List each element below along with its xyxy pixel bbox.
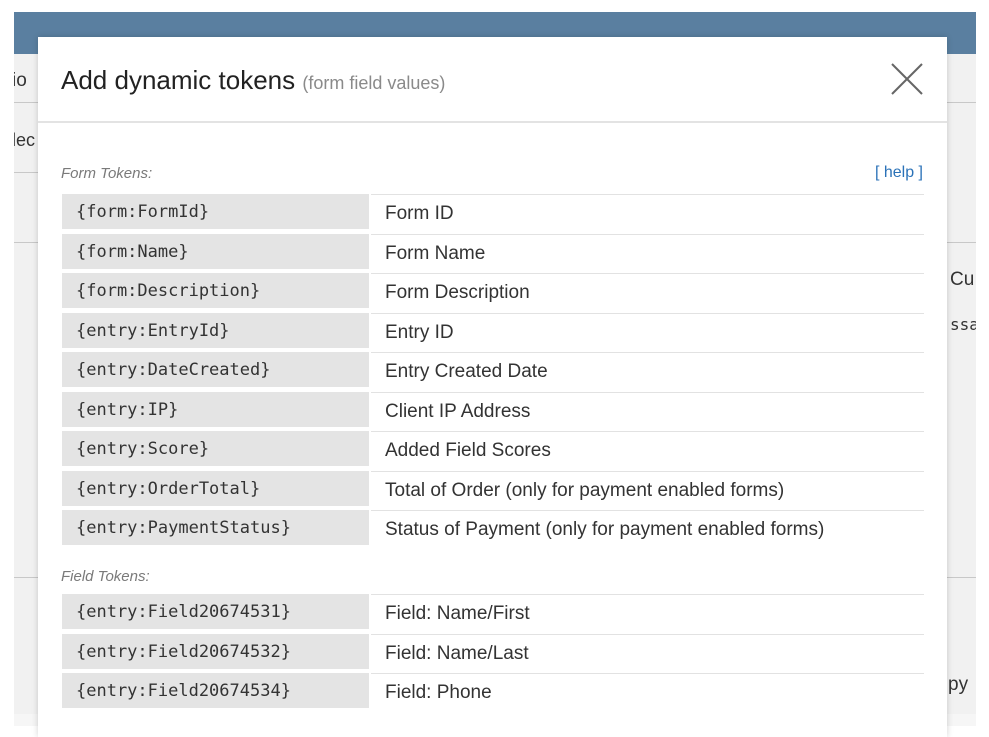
- token-row[interactable]: {form:FormId} Form ID: [62, 194, 924, 234]
- token-code: {entry:DateCreated}: [62, 352, 369, 389]
- token-description: Status of Payment (only for payment enab…: [371, 510, 924, 550]
- token-row[interactable]: {form:Name} Form Name: [62, 233, 924, 274]
- token-code: {entry:IP}: [62, 391, 369, 429]
- token-description: Client IP Address: [371, 391, 924, 432]
- close-button[interactable]: [889, 61, 925, 97]
- token-description: Field: Name/Last: [371, 633, 924, 674]
- token-row[interactable]: {entry:Score} Added Field Scores: [62, 431, 924, 471]
- close-icon: [891, 63, 923, 95]
- token-row[interactable]: {entry:DateCreated} Entry Created Date: [62, 352, 924, 392]
- token-description: Total of Order (only for payment enabled…: [371, 470, 924, 511]
- background-divider: [942, 102, 976, 103]
- token-description: Added Field Scores: [371, 431, 924, 471]
- token-description: Form Name: [371, 233, 924, 274]
- token-description: Form Description: [371, 273, 924, 313]
- token-row[interactable]: {entry:Field20674532} Field: Name/Last: [62, 633, 924, 674]
- token-code: {entry:Field20674531}: [62, 594, 369, 631]
- token-code: {entry:PaymentStatus}: [62, 510, 369, 547]
- form-tokens-label: Form Tokens:: [61, 165, 153, 182]
- token-code: {entry:EntryId}: [62, 312, 369, 350]
- token-code: {entry:Field20674534}: [62, 673, 369, 710]
- token-row[interactable]: {entry:Field20674534} Field: Phone: [62, 673, 924, 713]
- token-code: {form:Name}: [62, 233, 369, 271]
- field-tokens-label: Field Tokens:: [61, 568, 150, 585]
- background-divider: [942, 242, 976, 243]
- background-right-text: Cu: [950, 269, 975, 290]
- token-description: Field: Phone: [371, 673, 924, 713]
- token-row[interactable]: {entry:OrderTotal} Total of Order (only …: [62, 470, 924, 511]
- token-row[interactable]: {form:Description} Form Description: [62, 273, 924, 313]
- token-code: {form:Description}: [62, 273, 369, 310]
- token-code: {entry:OrderTotal}: [62, 470, 369, 508]
- background-left-text: lec: [14, 130, 36, 150]
- dialog-header: Add dynamic tokens (form field values): [38, 37, 947, 123]
- background-divider: [942, 577, 976, 578]
- dynamic-tokens-dialog: Add dynamic tokens (form field values) F…: [38, 37, 947, 737]
- help-link[interactable]: [ help ]: [875, 164, 923, 182]
- token-row[interactable]: {entry:Field20674531} Field: Name/First: [62, 594, 924, 634]
- token-code: {entry:Field20674532}: [62, 633, 369, 671]
- token-description: Field: Name/First: [371, 594, 924, 634]
- token-description: Form ID: [371, 194, 924, 234]
- background-right-text: py: [948, 674, 969, 695]
- dialog-title-text: Add dynamic tokens: [61, 65, 296, 95]
- token-row[interactable]: {entry:PaymentStatus} Status of Payment …: [62, 510, 924, 550]
- field-tokens-table: {entry:Field20674531} Field: Name/First …: [62, 594, 924, 713]
- token-code: {form:FormId}: [62, 194, 369, 231]
- token-row[interactable]: {entry:EntryId} Entry ID: [62, 312, 924, 353]
- token-description: Entry ID: [371, 312, 924, 353]
- token-code: {entry:Score}: [62, 431, 369, 468]
- token-row[interactable]: {entry:IP} Client IP Address: [62, 391, 924, 432]
- background-left-text: io: [14, 70, 27, 91]
- token-description: Entry Created Date: [371, 352, 924, 392]
- dialog-title: Add dynamic tokens (form field values): [61, 65, 445, 96]
- background-right-text: ssa: [950, 315, 976, 334]
- form-tokens-table: {form:FormId} Form ID {form:Name} Form N…: [62, 194, 924, 550]
- dialog-subtitle: (form field values): [302, 73, 446, 93]
